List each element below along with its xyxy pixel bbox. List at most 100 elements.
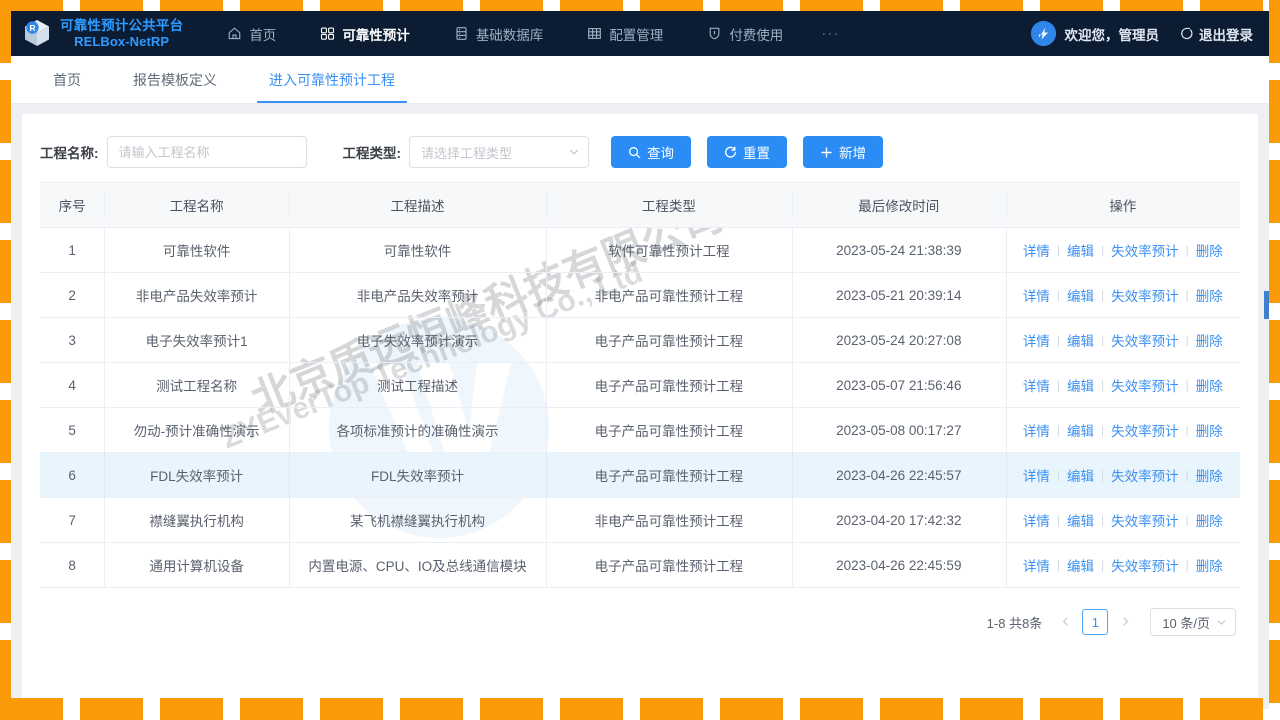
page-size-value: 10 条/页 — [1162, 615, 1210, 631]
search-icon — [628, 146, 641, 159]
table-row[interactable]: 5 勿动-预计准确性演示 各项标准预计的准确性演示 电子产品可靠性预计工程 2023-0… — [40, 407, 1240, 453]
row-type: 非电产品可靠性预计工程 — [545, 497, 792, 543]
pagination: 1-8 共8条 1 10 条/页 — [22, 588, 1258, 636]
row-modified: 2023-04-20 17:42:32 — [791, 497, 1006, 543]
project-name-input[interactable] — [106, 136, 307, 168]
tab-report-template[interactable]: 报告模板定义 — [107, 56, 243, 103]
page-size-select[interactable]: 10 条/页 — [1150, 608, 1236, 636]
row-operations: 详情 | 编辑 | 失效率预计 | 删除 — [1005, 407, 1240, 453]
detail-link[interactable]: 详情 — [1016, 285, 1057, 305]
operation-links: 详情 | 编辑 | 失效率预计 | 删除 — [1006, 420, 1240, 440]
row-type: 电子产品可靠性预计工程 — [545, 542, 792, 588]
failure-rate-link[interactable]: 失效率预计 — [1104, 285, 1186, 305]
nav-item-home[interactable]: 首页 — [205, 11, 298, 56]
delete-link[interactable]: 删除 — [1189, 375, 1230, 395]
failure-rate-link[interactable]: 失效率预计 — [1104, 555, 1186, 575]
add-button-label: 新增 — [839, 146, 866, 161]
row-index: 3 — [40, 317, 105, 363]
chevron-right-icon[interactable] — [1116, 615, 1134, 630]
nav-item-base-database-label: 基础数据库 — [475, 27, 544, 43]
screen-viewport: R 可靠性预计公共平台 RELBox-NetRP 首页 可靠性预计 基础数据库 … — [0, 0, 1280, 720]
detail-link[interactable]: 详情 — [1016, 420, 1057, 440]
row-description: 内置电源、CPU、IO及总线通信模块 — [289, 542, 546, 588]
recording-border-left — [0, 0, 11, 720]
edit-link[interactable]: 编辑 — [1060, 330, 1101, 350]
row-name: FDL失效率预计 — [104, 452, 290, 498]
logout-button[interactable]: 退出登录 — [1179, 24, 1253, 44]
nav-item-reliability-prediction[interactable]: 可靠性预计 — [298, 11, 432, 56]
delete-link[interactable]: 删除 — [1189, 285, 1230, 305]
sub-tab-bar: 首页 报告模板定义 进入可靠性预计工程 — [11, 56, 1269, 104]
row-type: 非电产品可靠性预计工程 — [545, 272, 792, 318]
edit-link[interactable]: 编辑 — [1060, 465, 1101, 485]
edit-link[interactable]: 编辑 — [1060, 285, 1101, 305]
tab-enter-project[interactable]: 进入可靠性预计工程 — [243, 56, 421, 103]
user-profile[interactable]: 欢迎您，管理员 — [1030, 21, 1159, 46]
shield-icon — [707, 26, 722, 41]
delete-link[interactable]: 删除 — [1189, 555, 1230, 575]
cube-logo-icon: R — [21, 17, 53, 49]
detail-link[interactable]: 详情 — [1016, 375, 1057, 395]
table-row[interactable]: 7 襟缝翼执行机构 某飞机襟缝翼执行机构 非电产品可靠性预计工程 2023-04-20 … — [40, 497, 1240, 543]
pagination-page-1[interactable]: 1 — [1082, 609, 1109, 635]
edit-link[interactable]: 编辑 — [1060, 555, 1101, 575]
table-row[interactable]: 3 电子失效率预计1 电子失效率预计演示 电子产品可靠性预计工程 2023-05-24 … — [40, 317, 1240, 363]
column-header-description: 工程描述 — [289, 182, 546, 228]
nav-item-config-management[interactable]: 配置管理 — [565, 11, 685, 56]
delete-link[interactable]: 删除 — [1189, 510, 1230, 530]
delete-link[interactable]: 删除 — [1189, 420, 1230, 440]
pagination-total: 1-8 共8条 — [986, 615, 1043, 631]
delete-link[interactable]: 删除 — [1189, 240, 1230, 260]
nav-item-config-management-label: 配置管理 — [609, 27, 664, 43]
detail-link[interactable]: 详情 — [1016, 465, 1057, 485]
projects-table-wrapper: 序号 工程名称 工程描述 工程类型 最后修改时间 操作 1 可靠性软件 可靠性软件软… — [22, 182, 1258, 588]
table-row[interactable]: 1 可靠性软件 可靠性软件 软件可靠性预计工程 2023-05-24 21:38:39 详… — [40, 227, 1240, 273]
nav-item-base-database[interactable]: 基础数据库 — [432, 11, 566, 56]
row-index: 5 — [40, 407, 105, 453]
failure-rate-link[interactable]: 失效率预计 — [1104, 510, 1186, 530]
detail-link[interactable]: 详情 — [1016, 330, 1057, 350]
reset-button[interactable]: 重置 — [707, 136, 787, 168]
table-row[interactable]: 6 FDL失效率预计 FDL失效率预计 电子产品可靠性预计工程 2023-04-26 2… — [40, 452, 1240, 498]
table-row[interactable]: 4 测试工程名称 测试工程描述 电子产品可靠性预计工程 2023-05-07 21:56… — [40, 362, 1240, 408]
table-row[interactable]: 8 通用计算机设备 内置电源、CPU、IO及总线通信模块 电子产品可靠性预计工程 202… — [40, 542, 1240, 588]
table-body: 1 可靠性软件 可靠性软件 软件可靠性预计工程 2023-05-24 21:38:39 详… — [40, 227, 1240, 588]
operation-links: 详情 | 编辑 | 失效率预计 | 删除 — [1006, 465, 1240, 485]
tab-home[interactable]: 首页 — [27, 56, 107, 103]
row-name: 可靠性软件 — [104, 227, 290, 273]
project-type-select[interactable]: 请选择工程类型 — [409, 136, 589, 168]
failure-rate-link[interactable]: 失效率预计 — [1104, 465, 1186, 485]
edit-link[interactable]: 编辑 — [1060, 240, 1101, 260]
failure-rate-link[interactable]: 失效率预计 — [1104, 240, 1186, 260]
delete-link[interactable]: 删除 — [1189, 330, 1230, 350]
add-button[interactable]: 新增 — [803, 136, 883, 168]
nav-item-reliability-prediction-label: 可靠性预计 — [342, 27, 410, 43]
search-button[interactable]: 查询 — [611, 136, 691, 168]
detail-link[interactable]: 详情 — [1016, 555, 1057, 575]
detail-link[interactable]: 详情 — [1016, 510, 1057, 530]
table-row[interactable]: 2 非电产品失效率预计 非电产品失效率预计 非电产品可靠性预计工程 2023-05-21… — [40, 272, 1240, 318]
row-operations: 详情 | 编辑 | 失效率预计 | 删除 — [1005, 227, 1240, 273]
failure-rate-link[interactable]: 失效率预计 — [1104, 420, 1186, 440]
failure-rate-link[interactable]: 失效率预计 — [1104, 375, 1186, 395]
row-name: 通用计算机设备 — [104, 542, 290, 588]
edit-link[interactable]: 编辑 — [1060, 510, 1101, 530]
tab-home-label: 首页 — [53, 71, 81, 88]
row-type: 电子产品可靠性预计工程 — [545, 317, 792, 363]
nav-item-paid-usage[interactable]: 付费使用 — [685, 11, 805, 56]
edit-link[interactable]: 编辑 — [1060, 375, 1101, 395]
operation-links: 详情 | 编辑 | 失效率预计 | 删除 — [1006, 285, 1240, 305]
failure-rate-link[interactable]: 失效率预计 — [1104, 330, 1186, 350]
brand-logo[interactable]: R 可靠性预计公共平台 RELBox-NetRP — [21, 17, 183, 49]
delete-link[interactable]: 删除 — [1189, 465, 1230, 485]
row-description: 各项标准预计的准确性演示 — [289, 407, 546, 453]
chevron-down-icon — [1216, 617, 1227, 628]
plus-icon — [820, 146, 833, 159]
edit-link[interactable]: 编辑 — [1060, 420, 1101, 440]
nav-more-button[interactable]: ··· — [805, 11, 855, 56]
row-operations: 详情 | 编辑 | 失效率预计 | 删除 — [1005, 272, 1240, 318]
row-modified: 2023-05-21 20:39:14 — [791, 272, 1006, 318]
detail-link[interactable]: 详情 — [1016, 240, 1057, 260]
chevron-left-icon[interactable] — [1056, 615, 1074, 630]
row-operations: 详情 | 编辑 | 失效率预计 | 删除 — [1005, 317, 1240, 363]
